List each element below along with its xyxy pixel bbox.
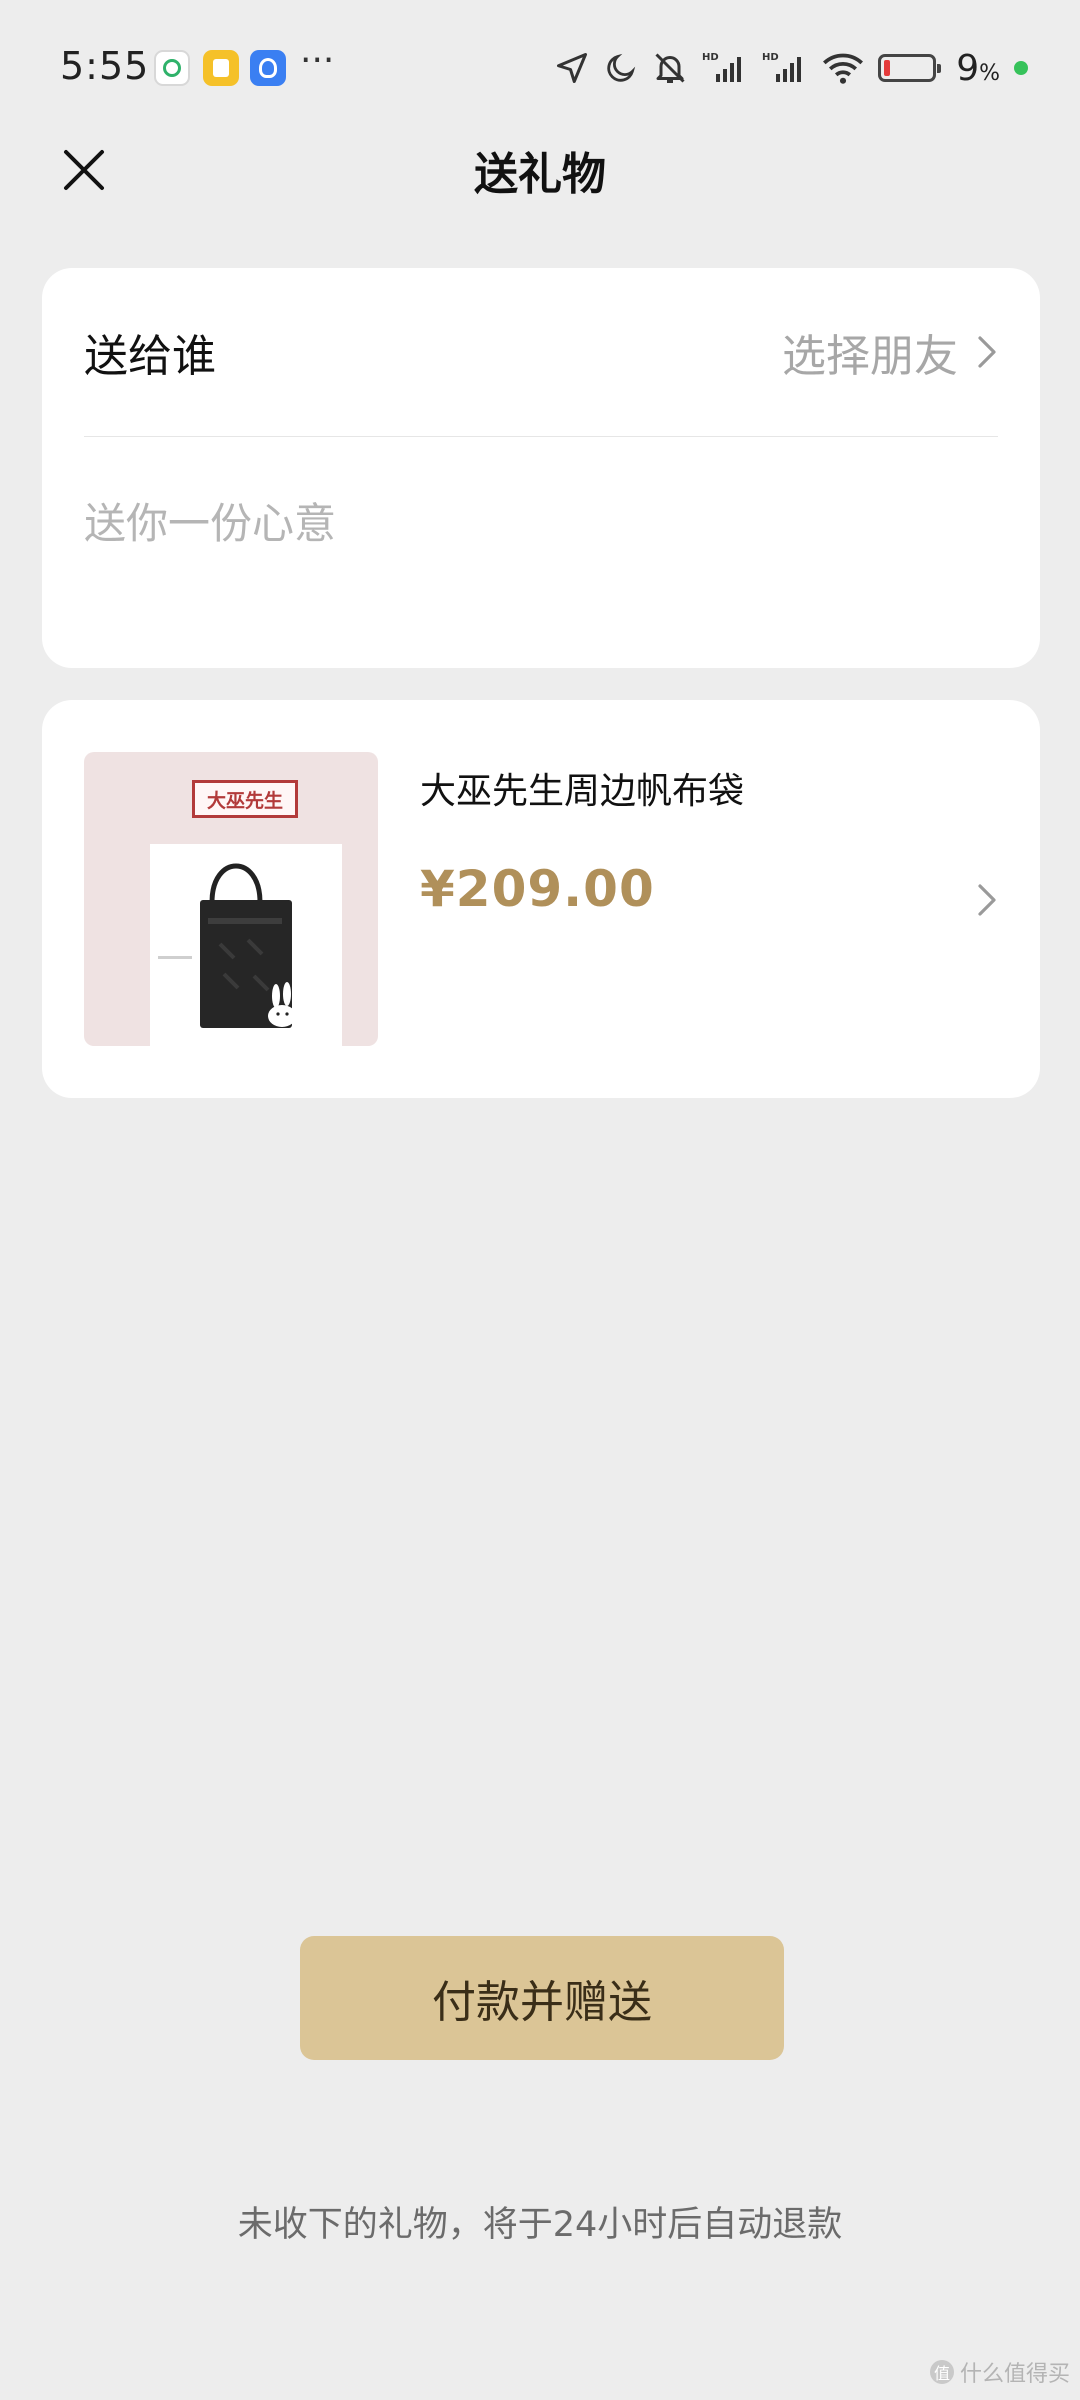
watermark-text: 什么值得买 (959, 2362, 1070, 2387)
recipient-card: 送给谁 选择朋友 (42, 268, 1040, 668)
more-notifications-icon: ··· (300, 40, 335, 81)
select-friend-button[interactable]: 选择朋友 (782, 320, 998, 384)
battery-percent-unit: % (979, 60, 1000, 86)
page-title: 送礼物 (474, 149, 606, 200)
clipboard-app-icon (203, 50, 239, 86)
product-card[interactable]: 大巫先生 大巫先生周边帆布袋 ¥209.00 (42, 700, 1040, 1098)
battery-percent-value: 9 (956, 47, 980, 89)
gift-message-input[interactable] (84, 468, 998, 578)
signal-icon: HD (762, 50, 808, 86)
chevron-right-icon (978, 336, 996, 368)
signal-icon: HD (702, 50, 748, 86)
sync-app-icon (154, 50, 190, 86)
watermark: 值 什么值得买 (929, 2356, 1070, 2388)
signal-hd-label-1: HD (702, 52, 719, 63)
divider (84, 436, 998, 437)
wifi-icon (822, 51, 864, 85)
recipient-label: 送给谁 (84, 331, 216, 382)
bell-muted-icon (652, 50, 688, 86)
moon-icon (604, 51, 638, 85)
battery-icon (878, 54, 942, 82)
select-friend-label: 选择朋友 (782, 331, 958, 382)
watermark-logo-icon: 值 (929, 2360, 954, 2384)
product-image: 大巫先生 (84, 752, 378, 1046)
alarm-app-icon (250, 50, 286, 86)
status-time: 5:55 (60, 44, 150, 88)
recipient-row[interactable]: 送给谁 选择朋友 (84, 268, 998, 436)
battery-percent: 9% (956, 48, 1000, 89)
status-icons: HD HD 9% (554, 44, 1028, 92)
tote-bag-illustration (158, 863, 296, 1028)
product-name: 大巫先生周边帆布袋 (420, 771, 745, 812)
charging-dot-icon (1014, 61, 1028, 75)
pay-and-send-button[interactable]: 付款并赠送 (300, 1936, 784, 2060)
refund-note: 未收下的礼物，将于24小时后自动退款 (237, 2205, 843, 2245)
product-price: ¥209.00 (420, 860, 655, 918)
location-icon (554, 50, 590, 86)
status-bar: 5:55 ··· HD HD 9% (0, 0, 1080, 140)
chevron-right-icon (978, 884, 996, 916)
product-image-brand-tag: 大巫先生 (192, 780, 298, 818)
signal-hd-label-2: HD (762, 52, 779, 63)
